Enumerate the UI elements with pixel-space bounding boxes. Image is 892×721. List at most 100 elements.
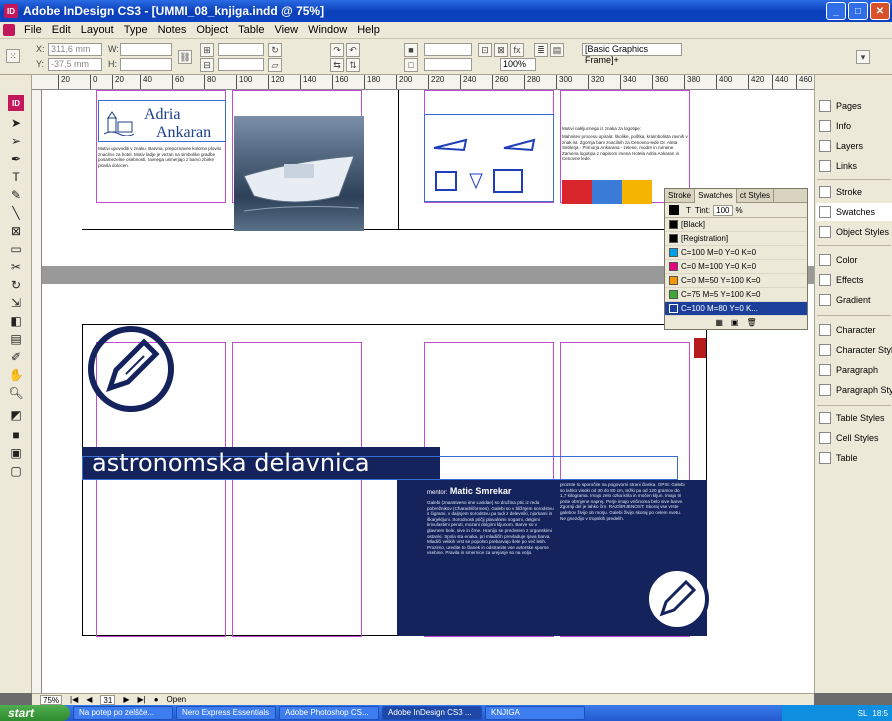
panel-character-styles[interactable]: Character Styles	[819, 341, 892, 359]
close-button[interactable]: ✕	[870, 2, 890, 20]
language-indicator[interactable]: SL	[858, 709, 868, 718]
y-field[interactable]: -37,5 mm	[48, 58, 102, 71]
taskbar-item[interactable]: Adobe Photoshop CS...	[279, 706, 379, 720]
stroke-swatch-icon[interactable]: □	[404, 58, 418, 72]
swatch-row[interactable]: C=75 M=5 Y=100 K=0	[665, 288, 807, 302]
fit-frame-icon[interactable]: ⊡	[478, 43, 492, 57]
text-format-icon[interactable]: T	[686, 206, 691, 215]
w-field[interactable]	[120, 43, 172, 56]
effects-fx-icon[interactable]: fx	[510, 43, 524, 57]
panel-swatches[interactable]: Swatches	[816, 203, 892, 221]
fit-content-icon[interactable]: ⊠	[494, 43, 508, 57]
zoom-tool-icon[interactable]: 🔍︎	[7, 385, 25, 401]
reference-point-icon[interactable]: ⁙	[6, 49, 20, 63]
delete-swatch-icon[interactable]: 🗑︎	[746, 318, 756, 327]
constrain-proportions-icon[interactable]: ⛓	[178, 50, 192, 64]
direct-selection-tool-icon[interactable]: ➢	[7, 133, 25, 149]
scissors-tool-icon[interactable]: ✂	[7, 259, 25, 275]
type-tool-icon[interactable]: T	[7, 169, 25, 185]
menu-window[interactable]: Window	[303, 24, 352, 36]
document-canvas[interactable]: Adria Ankaran Motivi upovoditi v znaku. …	[42, 90, 814, 693]
swatches-panel[interactable]: Stroke Swatches ct Styles T Tint: 100 % …	[664, 188, 808, 330]
panel-stroke[interactable]: Stroke	[819, 183, 862, 201]
x-field[interactable]: 311,6 mm	[48, 43, 102, 56]
taskbar-item[interactable]: Na potep po zelšče...	[73, 706, 173, 720]
flip-vertical-icon[interactable]: ⇅	[346, 58, 360, 72]
menu-view[interactable]: View	[269, 24, 303, 36]
rotate-tool-icon[interactable]: ↻	[7, 277, 25, 293]
scale-tool-icon[interactable]: ⇲	[7, 295, 25, 311]
boat-photo[interactable]	[234, 116, 364, 231]
menu-help[interactable]: Help	[352, 24, 385, 36]
prev-page-button[interactable]: ◀	[86, 695, 92, 704]
taskbar-item[interactable]: Nero Express Essentials	[176, 706, 276, 720]
swatch-row[interactable]: [Black]	[665, 218, 807, 232]
scale-y-field[interactable]	[218, 58, 264, 71]
object-style-select[interactable]: [Basic Graphics Frame]+	[582, 43, 682, 65]
note-tool-icon[interactable]: ▤	[7, 331, 25, 347]
menu-type[interactable]: Type	[119, 24, 153, 36]
panel-color[interactable]: Color	[819, 251, 858, 269]
panel-table[interactable]: Table	[819, 449, 858, 467]
panel-effects[interactable]: Effects	[819, 271, 863, 289]
menu-table[interactable]: Table	[233, 24, 269, 36]
panel-pages[interactable]: Pages	[819, 97, 862, 115]
maximize-button[interactable]: □	[848, 2, 868, 20]
panel-links[interactable]: Links	[819, 157, 857, 175]
menu-object[interactable]: Object	[191, 24, 233, 36]
swatch-row[interactable]: C=0 M=100 Y=0 K=0	[665, 260, 807, 274]
shear-icon[interactable]: ▱	[268, 58, 282, 72]
last-page-button[interactable]: ▶|	[137, 695, 145, 704]
panel-object-styles[interactable]: Object Styles	[819, 223, 889, 241]
start-button[interactable]: start	[0, 705, 70, 721]
frame-fitting-icon[interactable]: ▤	[550, 43, 564, 57]
fill-swatch-icon[interactable]: ■	[404, 43, 418, 57]
selection-tool-icon[interactable]: ➤	[7, 115, 25, 131]
swatch-row[interactable]: [Registration]	[665, 232, 807, 246]
flip-horizontal-icon[interactable]: ⇆	[330, 58, 344, 72]
new-swatch-icon[interactable]: ▣	[731, 318, 739, 327]
tint-field[interactable]: 100	[713, 204, 733, 216]
stroke-weight-field[interactable]	[424, 43, 472, 56]
scale-x-field[interactable]	[218, 43, 264, 56]
swatch-row-selected[interactable]: C=100 M=80 Y=0 K...	[665, 302, 807, 316]
line-tool-icon[interactable]: ╲	[7, 205, 25, 221]
rotate-icon[interactable]: ↻	[268, 43, 282, 57]
menu-layout[interactable]: Layout	[76, 24, 119, 36]
scale-x-icon[interactable]: ⊞	[200, 43, 214, 57]
tab-stroke[interactable]: Stroke	[665, 188, 696, 203]
stroke-type-field[interactable]	[424, 58, 472, 71]
panel-info[interactable]: Info	[819, 117, 851, 135]
panel-table-styles[interactable]: Table Styles	[819, 409, 885, 427]
rotate-90-ccw-icon[interactable]: ↶	[346, 43, 360, 57]
show-all-icon[interactable]: ▦	[715, 318, 723, 327]
hand-tool-icon[interactable]: ✋	[7, 367, 25, 383]
panel-paragraph-styles[interactable]: Paragraph Styles	[819, 381, 892, 399]
opacity-field[interactable]: 100%	[500, 58, 536, 71]
rectangle-tool-icon[interactable]: ▭	[7, 241, 25, 257]
document-state[interactable]: Open	[167, 695, 187, 704]
panel-gradient[interactable]: Gradient	[819, 291, 871, 309]
normal-view-icon[interactable]: ▣	[7, 445, 25, 461]
fill-stroke-icon[interactable]: ◩	[7, 407, 25, 423]
text-wrap-icon[interactable]: ≣	[534, 43, 548, 57]
zoom-field[interactable]: 75%	[40, 694, 63, 705]
panel-cell-styles[interactable]: Cell Styles	[819, 429, 879, 447]
panel-paragraph[interactable]: Paragraph	[819, 361, 878, 379]
taskbar-item-active[interactable]: Adobe InDesign CS3 ...	[382, 706, 482, 720]
page-field[interactable]: 31	[100, 694, 116, 705]
menu-notes[interactable]: Notes	[153, 24, 192, 36]
fill-icon[interactable]	[669, 205, 679, 215]
menu-file[interactable]: File	[19, 24, 47, 36]
minimize-button[interactable]: _	[826, 2, 846, 20]
tab-object-styles[interactable]: ct Styles	[737, 188, 775, 203]
tab-swatches[interactable]: Swatches	[695, 188, 737, 203]
rectangle-frame-tool-icon[interactable]: ⊠	[7, 223, 25, 239]
swatch-row[interactable]: C=100 M=0 Y=0 K=0	[665, 246, 807, 260]
swatch-row[interactable]: C=0 M=50 Y=100 K=0	[665, 274, 807, 288]
taskbar-item[interactable]: KNJIGA	[485, 706, 585, 720]
first-page-button[interactable]: |◀	[70, 695, 78, 704]
preview-mode-icon[interactable]: ▢	[7, 463, 25, 479]
next-page-button[interactable]: ▶	[123, 695, 129, 704]
h-field[interactable]	[120, 58, 172, 71]
